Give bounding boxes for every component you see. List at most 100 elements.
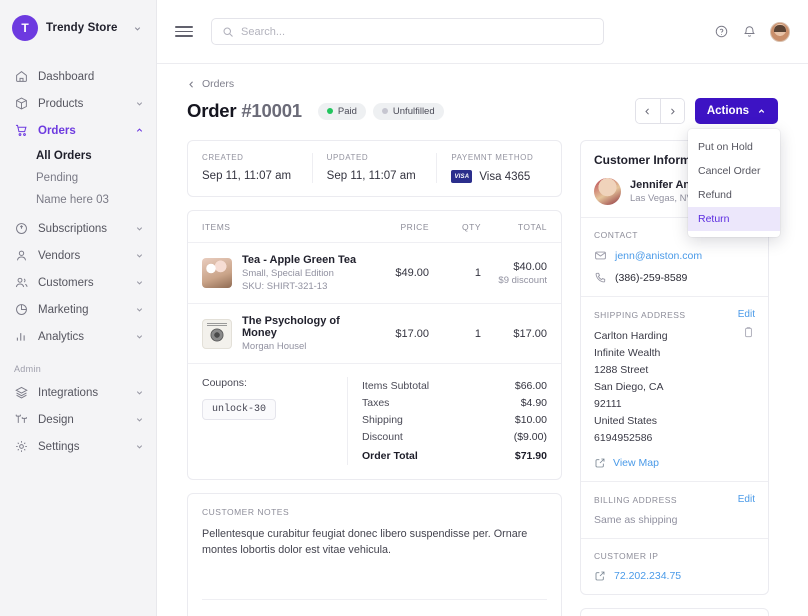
sidebar-item-integrations[interactable]: Integrations bbox=[0, 379, 156, 406]
user-icon bbox=[14, 248, 29, 263]
view-map-label[interactable]: View Map bbox=[613, 457, 659, 469]
chevron-down-icon bbox=[135, 332, 144, 341]
customer-notes-card: CUSTOMER NOTES Pellentesque curabitur fe… bbox=[187, 492, 562, 616]
sidebar-item-analytics[interactable]: Analytics bbox=[0, 323, 156, 350]
customer-notes-label: CUSTOMER NOTES bbox=[202, 506, 290, 517]
meta-value-wrap: VISA Visa 4365 bbox=[451, 170, 547, 183]
menu-item-cancel-order[interactable]: Cancel Order bbox=[688, 159, 780, 183]
address-line: Carlton Harding bbox=[594, 330, 668, 342]
actions-button[interactable]: Actions bbox=[694, 98, 778, 124]
meta-value: Sep 11, 11:07 am bbox=[326, 170, 416, 182]
edit-shipping-address-button[interactable]: Edit bbox=[738, 309, 755, 320]
order-pager bbox=[634, 98, 685, 124]
item-sku: SKU: SHIRT-321-13 bbox=[242, 281, 328, 292]
order-meta: CREATED Sep 11, 11:07 am UPDATED Sep 11,… bbox=[188, 141, 561, 196]
chevron-down-icon bbox=[135, 415, 144, 424]
order-total-amount: $71.90 bbox=[514, 450, 547, 462]
bell-icon[interactable] bbox=[742, 24, 757, 39]
page-title-actions: Actions Put on Hold Cancel Order Refund … bbox=[634, 98, 780, 237]
address-line: 6194952586 bbox=[594, 432, 653, 444]
sidebar-section-admin: Admin bbox=[14, 364, 42, 374]
sidebar-item-pending[interactable]: Pending bbox=[0, 167, 156, 189]
avatar[interactable] bbox=[770, 21, 790, 42]
totals-row: Discount ($9.00) bbox=[362, 428, 547, 445]
order-total-row: Order Total $71.90 bbox=[362, 445, 547, 465]
brand-switcher[interactable]: T Trendy Store bbox=[0, 0, 156, 55]
sidebar-item-name-here-03[interactable]: Name here 03 bbox=[0, 189, 156, 211]
page-title: Order #10001 bbox=[187, 100, 302, 122]
users-icon bbox=[14, 275, 29, 290]
shipping-address-label: SHIPPING ADDRESS bbox=[594, 309, 686, 320]
sidebar-item-label: Customers bbox=[38, 276, 94, 289]
search-icon bbox=[222, 26, 234, 38]
status-badge-paid: Paid bbox=[317, 102, 366, 120]
edit-billing-address-button[interactable]: Edit bbox=[738, 494, 755, 505]
billing-address-value: Same as shipping bbox=[594, 514, 678, 526]
sidebar-item-subscriptions[interactable]: Subscriptions bbox=[0, 215, 156, 242]
search-box[interactable] bbox=[211, 18, 604, 45]
chevron-left-icon bbox=[187, 80, 196, 89]
table-row: Tea - Apple Green Tea Small, Special Edi… bbox=[188, 243, 561, 304]
clipboard-icon[interactable] bbox=[742, 320, 755, 447]
customer-email[interactable]: jenn@aniston.com bbox=[615, 250, 702, 262]
hamburger-icon[interactable] bbox=[175, 26, 193, 37]
customer-notes: CUSTOMER NOTES Pellentesque curabitur fe… bbox=[188, 494, 561, 600]
next-order-button[interactable] bbox=[659, 99, 684, 123]
sidebar-item-settings[interactable]: Settings bbox=[0, 433, 156, 460]
menu-item-put-on-hold[interactable]: Put on Hold bbox=[688, 135, 780, 159]
search-input[interactable] bbox=[241, 25, 593, 38]
sidebar-item-products[interactable]: Products bbox=[0, 90, 156, 117]
page-title-prefix: Order bbox=[187, 100, 237, 121]
meta-created: CREATED Sep 11, 11:07 am bbox=[188, 153, 312, 183]
sidebar-item-customers[interactable]: Customers bbox=[0, 269, 156, 296]
topbar bbox=[157, 0, 808, 64]
customer-email-row[interactable]: jenn@aniston.com bbox=[594, 249, 755, 262]
sidebar-item-design[interactable]: Design bbox=[0, 406, 156, 433]
menu-item-refund[interactable]: Refund bbox=[688, 183, 780, 207]
sidebar-item-all-orders[interactable]: All Orders bbox=[0, 145, 156, 167]
home-icon bbox=[14, 69, 29, 84]
menu-item-return[interactable]: Return bbox=[688, 207, 780, 231]
column-header-items: ITEMS bbox=[202, 222, 231, 232]
page-title-number: #10001 bbox=[241, 100, 302, 121]
sidebar-item-dashboard[interactable]: Dashboard bbox=[0, 63, 156, 90]
sidebar-item-label: Vendors bbox=[38, 249, 81, 262]
address-line: Infinite Wealth bbox=[594, 347, 661, 359]
chevron-down-icon bbox=[133, 24, 142, 33]
customer-ip-value[interactable]: 72.202.234.75 bbox=[614, 570, 681, 582]
order-total-label: Order Total bbox=[362, 450, 418, 462]
chevron-down-icon bbox=[135, 224, 144, 233]
sidebar-item-marketing[interactable]: Marketing bbox=[0, 296, 156, 323]
status-badges: Paid Unfulfilled bbox=[317, 102, 444, 120]
chevron-up-icon bbox=[135, 126, 144, 135]
status-badge-unfulfilled: Unfulfilled bbox=[372, 102, 444, 120]
item-variant: Morgan Housel bbox=[242, 341, 307, 352]
item-price: $49.00 bbox=[395, 267, 429, 279]
address-line: United States bbox=[594, 415, 658, 427]
chevron-down-icon bbox=[135, 99, 144, 108]
customer-ip-row[interactable]: 72.202.234.75 bbox=[594, 570, 755, 582]
view-map-link[interactable]: View Map bbox=[594, 457, 755, 469]
sidebar: T Trendy Store Dashboard Products Orders… bbox=[0, 0, 157, 616]
shipping-address-header: SHIPPING ADDRESS Edit bbox=[594, 309, 755, 320]
table-row: The Psychology of Money Morgan Housel $1… bbox=[188, 304, 561, 364]
order-meta-card: CREATED Sep 11, 11:07 am UPDATED Sep 11,… bbox=[187, 140, 562, 197]
sidebar-orders-subnav: All Orders Pending Name here 03 bbox=[0, 144, 156, 215]
payment-method-value: Visa 4365 bbox=[479, 170, 531, 183]
sidebar-item-label: Subscriptions bbox=[38, 222, 108, 235]
breadcrumb[interactable]: Orders bbox=[187, 78, 778, 90]
coupon-code-chip[interactable]: unlock-30 bbox=[202, 399, 277, 420]
help-circle-icon[interactable] bbox=[714, 24, 729, 39]
visa-icon: VISA bbox=[451, 170, 473, 183]
totals-label: Taxes bbox=[362, 396, 390, 409]
refresh-cloud-icon bbox=[14, 221, 29, 236]
layers-icon bbox=[14, 385, 29, 400]
sidebar-item-vendors[interactable]: Vendors bbox=[0, 242, 156, 269]
prev-order-button[interactable] bbox=[635, 99, 660, 123]
customer-phone-row: (386)-259-8589 bbox=[594, 271, 755, 284]
chevron-up-icon bbox=[757, 107, 766, 116]
actions-dropdown-menu: Put on Hold Cancel Order Refund Return bbox=[688, 129, 780, 237]
sidebar-item-orders[interactable]: Orders bbox=[0, 117, 156, 144]
column-header-price: PRICE bbox=[400, 222, 429, 232]
totals-amount: $4.90 bbox=[520, 396, 547, 409]
